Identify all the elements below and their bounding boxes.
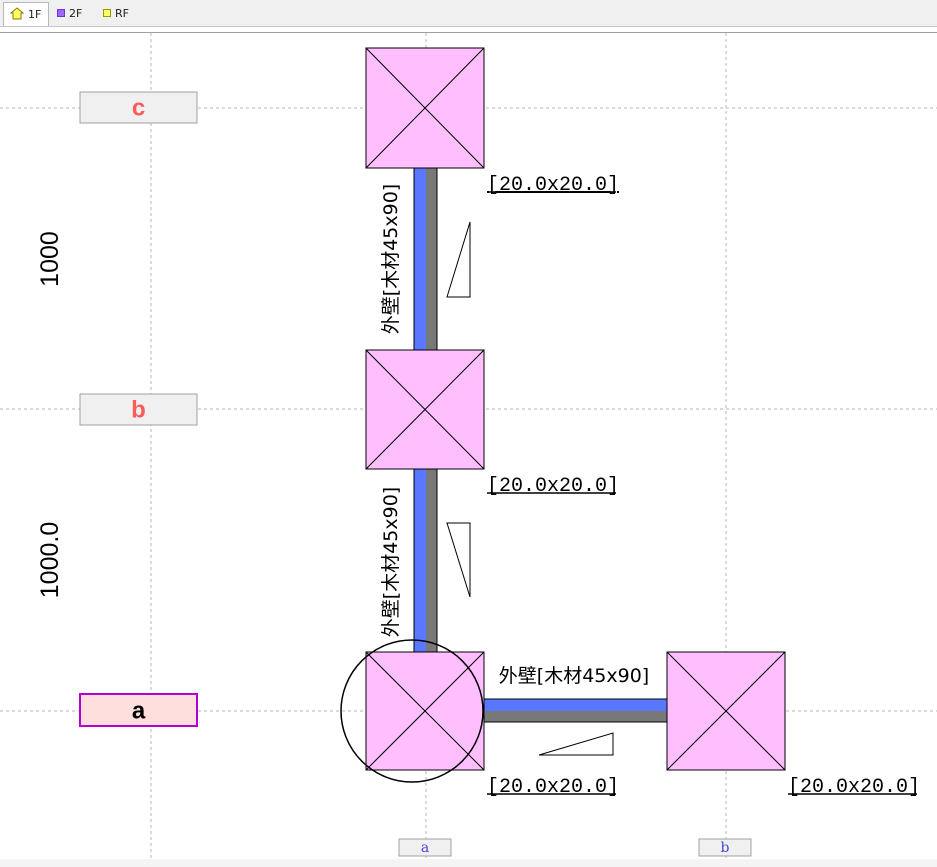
column-size-label: [20.0x20.0] — [788, 776, 920, 799]
column-a-b[interactable] — [666, 651, 786, 771]
square-icon — [103, 7, 111, 20]
wall-direction-triangle — [538, 732, 614, 756]
tab-rf[interactable]: RF — [97, 3, 141, 24]
wall-vertical-upper[interactable] — [413, 167, 438, 351]
wall-layer-blue — [414, 168, 426, 350]
row-label-text: a — [132, 698, 146, 725]
wall-layer-gray — [426, 168, 437, 350]
col-label-text: b — [721, 840, 730, 856]
house-icon — [9, 6, 25, 23]
row-label-c[interactable]: c — [79, 91, 198, 124]
column-size-label: [20.0x20.0] — [487, 776, 619, 799]
row-label-text: c — [132, 95, 145, 122]
tab-label: RF — [115, 7, 129, 20]
wall-layer-blue — [414, 469, 426, 652]
tab-label: 2F — [69, 7, 83, 20]
column-a-a[interactable] — [365, 651, 485, 771]
row-label-text: b — [131, 397, 146, 424]
wall-vertical-lower[interactable] — [413, 468, 438, 653]
plan-canvas[interactable]: 1000 1000.0 c b a 外壁[木材45x90] 外壁[木材45x90… — [0, 33, 937, 859]
wall-label: 外壁[木材45x90] — [499, 665, 649, 687]
wall-label: 外壁[木材45x90] — [380, 487, 402, 637]
column-c-a[interactable] — [365, 47, 485, 169]
column-size-label: [20.0x20.0] — [487, 475, 619, 498]
square-icon — [57, 7, 65, 20]
floor-tab-bar: 1F 2F RF — [0, 0, 937, 27]
wall-direction-triangle — [446, 221, 471, 298]
tab-label: 1F — [28, 8, 42, 21]
tab-2f[interactable]: 2F — [51, 3, 95, 24]
row-label-b[interactable]: b — [79, 393, 198, 426]
wall-label: 外壁[木材45x90] — [380, 184, 402, 334]
wall-horizontal[interactable] — [483, 698, 668, 723]
dimension-label: 1000 — [36, 231, 64, 287]
tab-1f[interactable]: 1F — [3, 2, 49, 26]
wall-direction-triangle — [446, 522, 471, 598]
wall-layer-gray — [426, 469, 437, 652]
status-strip — [0, 859, 937, 867]
col-label-text: a — [421, 840, 429, 856]
col-label-a[interactable]: a — [398, 838, 452, 857]
column-b-a[interactable] — [365, 349, 485, 470]
column-size-label: [20.0x20.0] — [487, 174, 619, 197]
row-label-a[interactable]: a — [79, 693, 198, 727]
dimension-label: 1000.0 — [36, 522, 64, 598]
wall-layer-blue — [484, 699, 667, 711]
wall-layer-gray — [484, 711, 667, 722]
col-label-b[interactable]: b — [698, 838, 752, 857]
